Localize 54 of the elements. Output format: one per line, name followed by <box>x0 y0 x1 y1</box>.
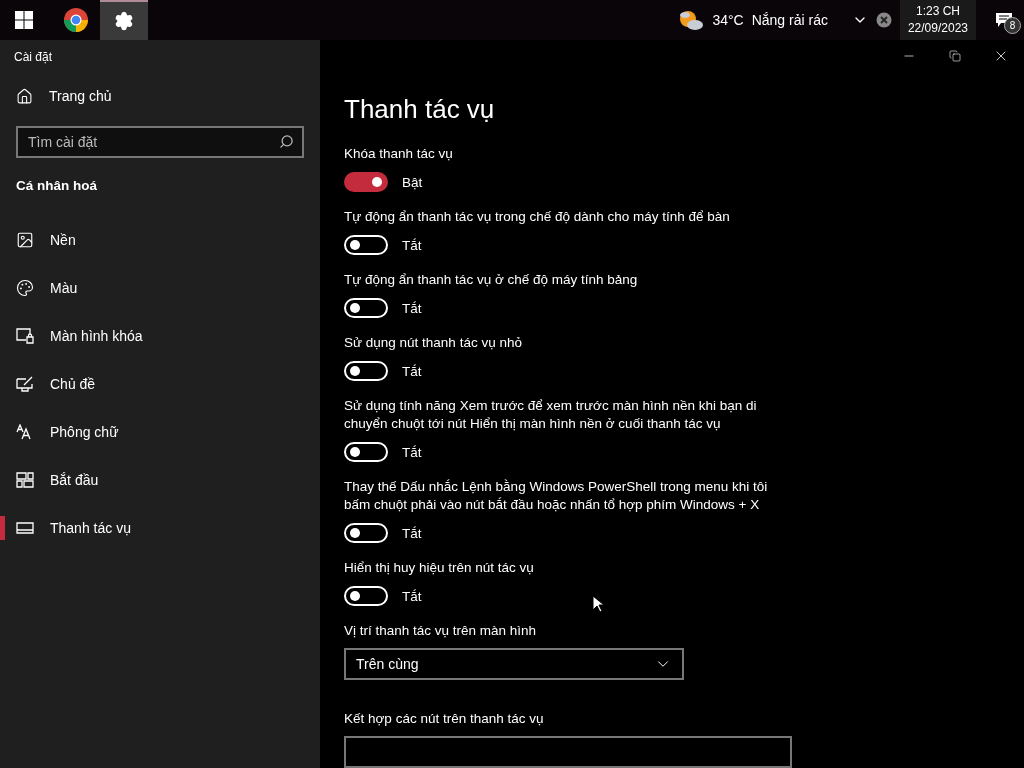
setting-label: Khóa thanh tác vụ <box>344 145 454 163</box>
clock-date: 22/09/2023 <box>907 20 968 37</box>
setting-label: Sử dụng nút thanh tác vụ nhỏ <box>344 334 523 352</box>
close-circle-icon[interactable] <box>875 12 892 28</box>
sidebar-item[interactable]: Chủ đề <box>0 360 320 408</box>
page-title: Thanh tác vụ <box>344 94 496 125</box>
picture-icon <box>16 231 34 249</box>
toggle-state: Tắt <box>402 444 422 460</box>
lock-screen-icon <box>16 328 34 344</box>
toggle-state: Tắt <box>402 525 422 541</box>
sidebar-item[interactable]: Bắt đầu <box>0 456 320 504</box>
sidebar-item[interactable]: Nền <box>0 216 320 264</box>
restore-icon <box>949 50 961 62</box>
position-dropdown[interactable]: Trên cùng <box>344 648 684 680</box>
toggle-state: Tắt <box>402 237 422 253</box>
section-heading: Cá nhân hoá <box>16 178 97 193</box>
start-tiles-icon <box>16 472 34 488</box>
sidebar-item[interactable]: Màn hình khóa <box>0 312 320 360</box>
browser-icon <box>63 7 89 33</box>
toggle-state: Bật <box>402 174 423 190</box>
toggle-state: Tắt <box>402 588 422 604</box>
theme-icon <box>16 376 34 392</box>
search-field[interactable]: Tìm cài đặt <box>16 126 304 158</box>
setting-label: Hiển thị huy hiệu trên nút tác vụ <box>344 559 535 577</box>
window-title: Cài đặt <box>14 50 53 64</box>
search-icon <box>279 134 294 149</box>
home-icon <box>16 87 33 105</box>
sidebar-item[interactable]: Phông chữ <box>0 408 320 456</box>
setting-label: Tự động ẩn thanh tác vụ ở chế độ máy tính bảng <box>344 271 639 289</box>
taskbar-icon <box>16 522 34 534</box>
setting-label: Thay thế Dấu nhắc Lệnh bằng Windows PowerShell trong menu khi tôi bấm chuột phải vào nút bắt đầu hoặc nhấn tổ hợp phím Windows + X <box>344 478 769 514</box>
selection-indicator <box>0 516 5 540</box>
settings-taskbar-button[interactable] <box>100 0 148 40</box>
clock[interactable]: 1:23 CH 22/09/2023 <box>899 0 976 40</box>
setting-label: Kết hợp các nút trên thanh tác vụ <box>344 710 545 728</box>
windows-logo-icon <box>15 11 33 29</box>
setting-label: Vị trí thanh tác vụ trên màn hình <box>344 622 538 640</box>
home-nav-item[interactable]: Trang chủ <box>0 76 320 116</box>
setting-label: Sử dụng tính năng Xem trước để xem trước màn hình nền khi bạn di chuyển chuột tới nút Hiển thị màn hình nền ở cuối thanh tác vụ <box>344 397 758 433</box>
setting-label: Tự động ẩn thanh tác vụ trong chế độ dành cho máy tính để bàn <box>344 208 731 226</box>
sidebar-item[interactable]: Màu <box>0 264 320 312</box>
palette-icon <box>16 279 34 297</box>
notification-count: 8 <box>1004 17 1021 34</box>
notification-button[interactable]: 8 <box>984 0 1024 40</box>
toggle-state: Tắt <box>402 300 422 316</box>
toggle-state: Tắt <box>402 363 422 379</box>
clock-time: 1:23 CH <box>915 3 960 20</box>
settings-icon <box>114 11 134 31</box>
mouse-cursor-icon <box>592 595 604 613</box>
weather-sun-cloud-icon <box>678 9 705 31</box>
weather-temperature[interactable]: 34°C <box>712 12 744 28</box>
combine-dropdown[interactable] <box>344 736 792 768</box>
toggle-switch[interactable] <box>344 172 388 192</box>
weather-condition[interactable]: Nắng rải rác <box>751 12 828 28</box>
